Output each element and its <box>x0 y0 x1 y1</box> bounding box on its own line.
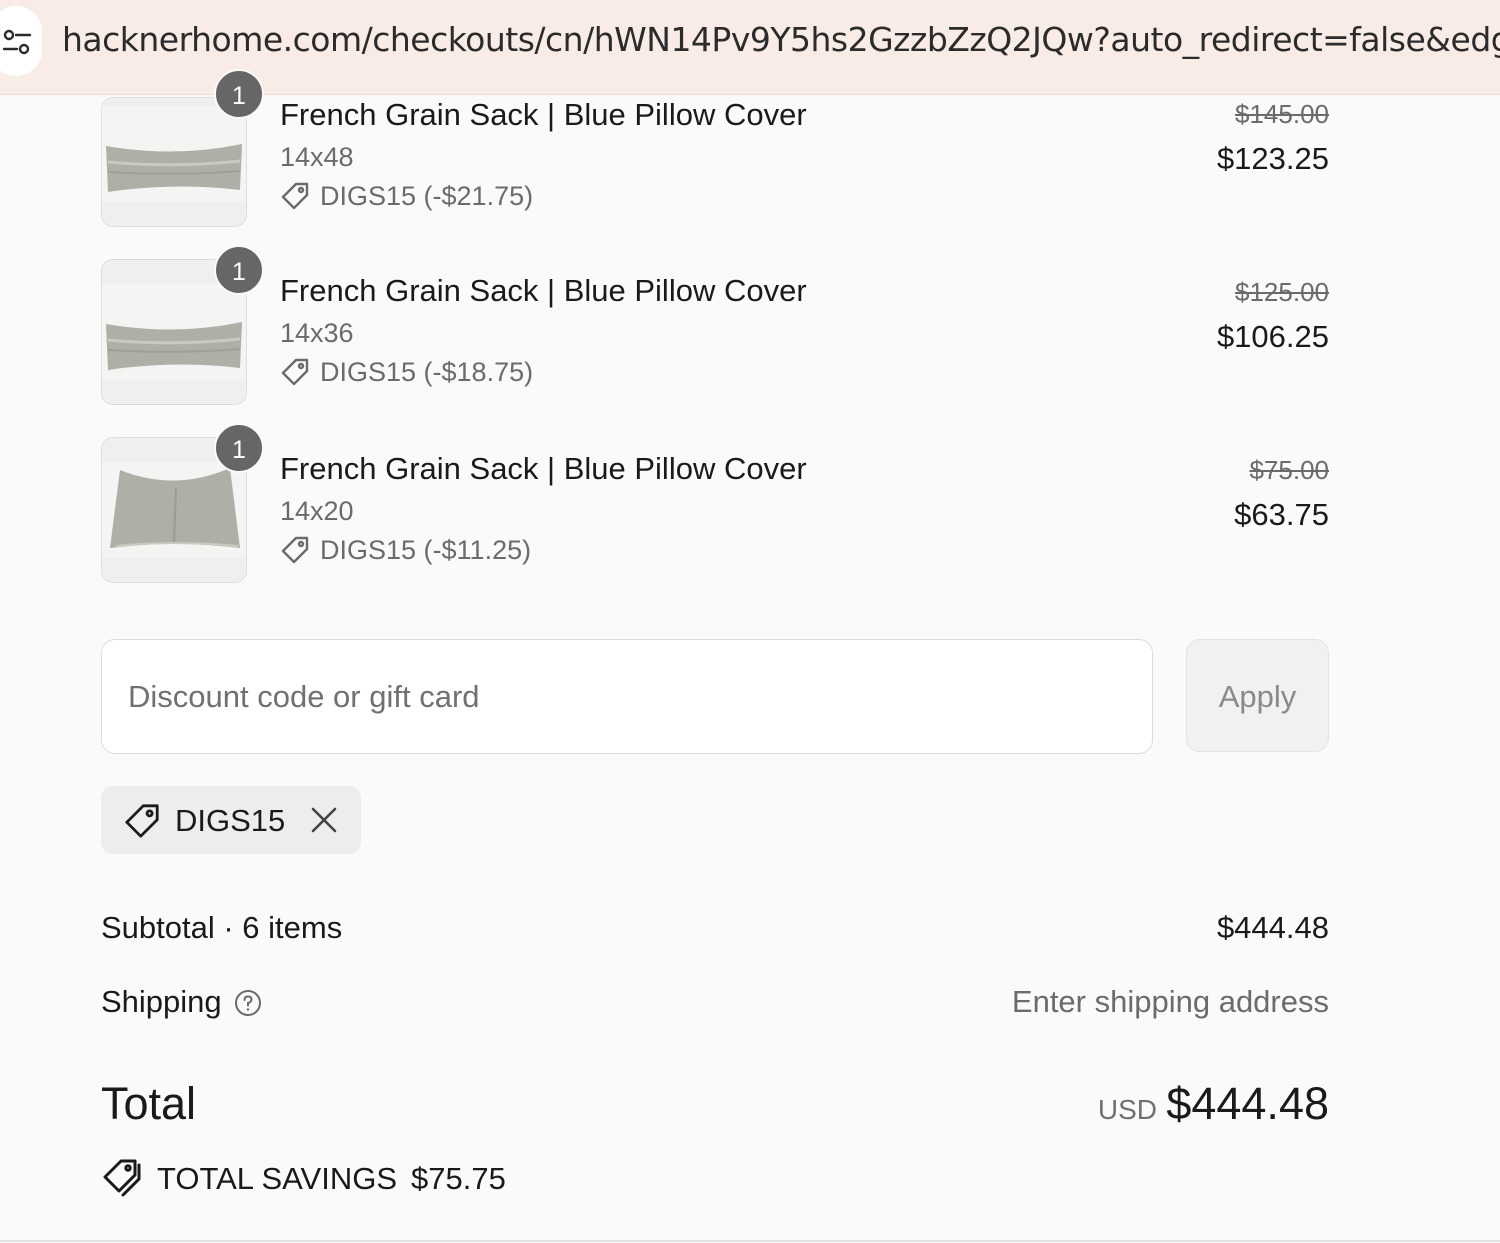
tag-icon <box>125 804 159 838</box>
line-item: 1 French Grain Sack | Blue Pillow Cover … <box>101 65 1331 227</box>
applied-discount-code: DIGS15 <box>175 803 286 838</box>
tag-icon <box>281 182 309 210</box>
quantity-badge: 1 <box>214 245 264 295</box>
applied-discount-chip: DIGS15 <box>101 786 361 854</box>
product-name: French Grain Sack | Blue Pillow Cover <box>280 273 807 308</box>
item-price: $106.25 <box>1216 319 1329 354</box>
original-price: $125.00 <box>1235 277 1329 307</box>
discount-code-input[interactable] <box>101 639 1153 754</box>
original-price: $75.00 <box>1249 455 1329 485</box>
close-icon[interactable] <box>309 805 339 835</box>
total-savings: TOTAL SAVINGS $75.75 <box>101 1157 506 1197</box>
item-discount: DIGS15 (-$21.75) <box>280 181 533 212</box>
shipping-value: Enter shipping address <box>1011 984 1329 1019</box>
tag-icon <box>281 536 309 564</box>
total-label: Total <box>101 1078 197 1129</box>
item-discount-text: DIGS15 (-$11.25) <box>320 535 532 565</box>
product-variant: 14x20 <box>280 496 354 526</box>
square-pillow-image <box>102 462 246 558</box>
shipping-row: Shipping <box>101 984 262 1020</box>
help-icon[interactable] <box>234 989 262 1017</box>
tag-icon <box>281 358 309 386</box>
product-variant: 14x48 <box>280 142 354 172</box>
original-price: $145.00 <box>1235 99 1329 129</box>
quantity-badge: 1 <box>214 69 264 119</box>
tune-settings-icon[interactable] <box>0 6 42 76</box>
total-savings-value: $75.75 <box>411 1161 506 1196</box>
currency-code: USD <box>1097 1094 1157 1125</box>
item-price: $123.25 <box>1216 141 1329 176</box>
item-price: $63.75 <box>1234 497 1329 532</box>
divider <box>0 1240 1500 1242</box>
product-name: French Grain Sack | Blue Pillow Cover <box>280 97 807 132</box>
apply-button[interactable]: Apply <box>1186 639 1329 752</box>
subtotal-label: Subtotal · 6 items <box>101 910 343 945</box>
quantity-badge: 1 <box>214 423 264 473</box>
shipping-label: Shipping <box>101 984 222 1019</box>
item-discount: DIGS15 (-$18.75) <box>280 357 533 388</box>
item-discount: DIGS15 (-$11.25) <box>280 535 531 566</box>
product-thumbnail <box>101 97 247 227</box>
item-discount-text: DIGS15 (-$18.75) <box>320 357 534 387</box>
product-name: French Grain Sack | Blue Pillow Cover <box>280 451 807 486</box>
item-discount-text: DIGS15 (-$21.75) <box>320 181 534 211</box>
total-savings-label: TOTAL SAVINGS <box>157 1161 398 1196</box>
product-variant: 14x36 <box>280 318 354 348</box>
url-text[interactable]: hacknerhome.com/checkouts/cn/hWN14Pv9Y5h… <box>62 20 1500 59</box>
lumbar-pillow-image <box>102 106 246 202</box>
line-item: 1 French Grain Sack | Blue Pillow Cover … <box>101 423 1331 587</box>
tags-icon <box>103 1159 141 1197</box>
subtotal-value: $444.48 <box>1216 910 1329 945</box>
lumbar-pillow-image <box>102 284 246 380</box>
line-item: 1 French Grain Sack | Blue Pillow Cover … <box>101 245 1331 409</box>
total-value: $444.48 <box>1166 1078 1329 1129</box>
